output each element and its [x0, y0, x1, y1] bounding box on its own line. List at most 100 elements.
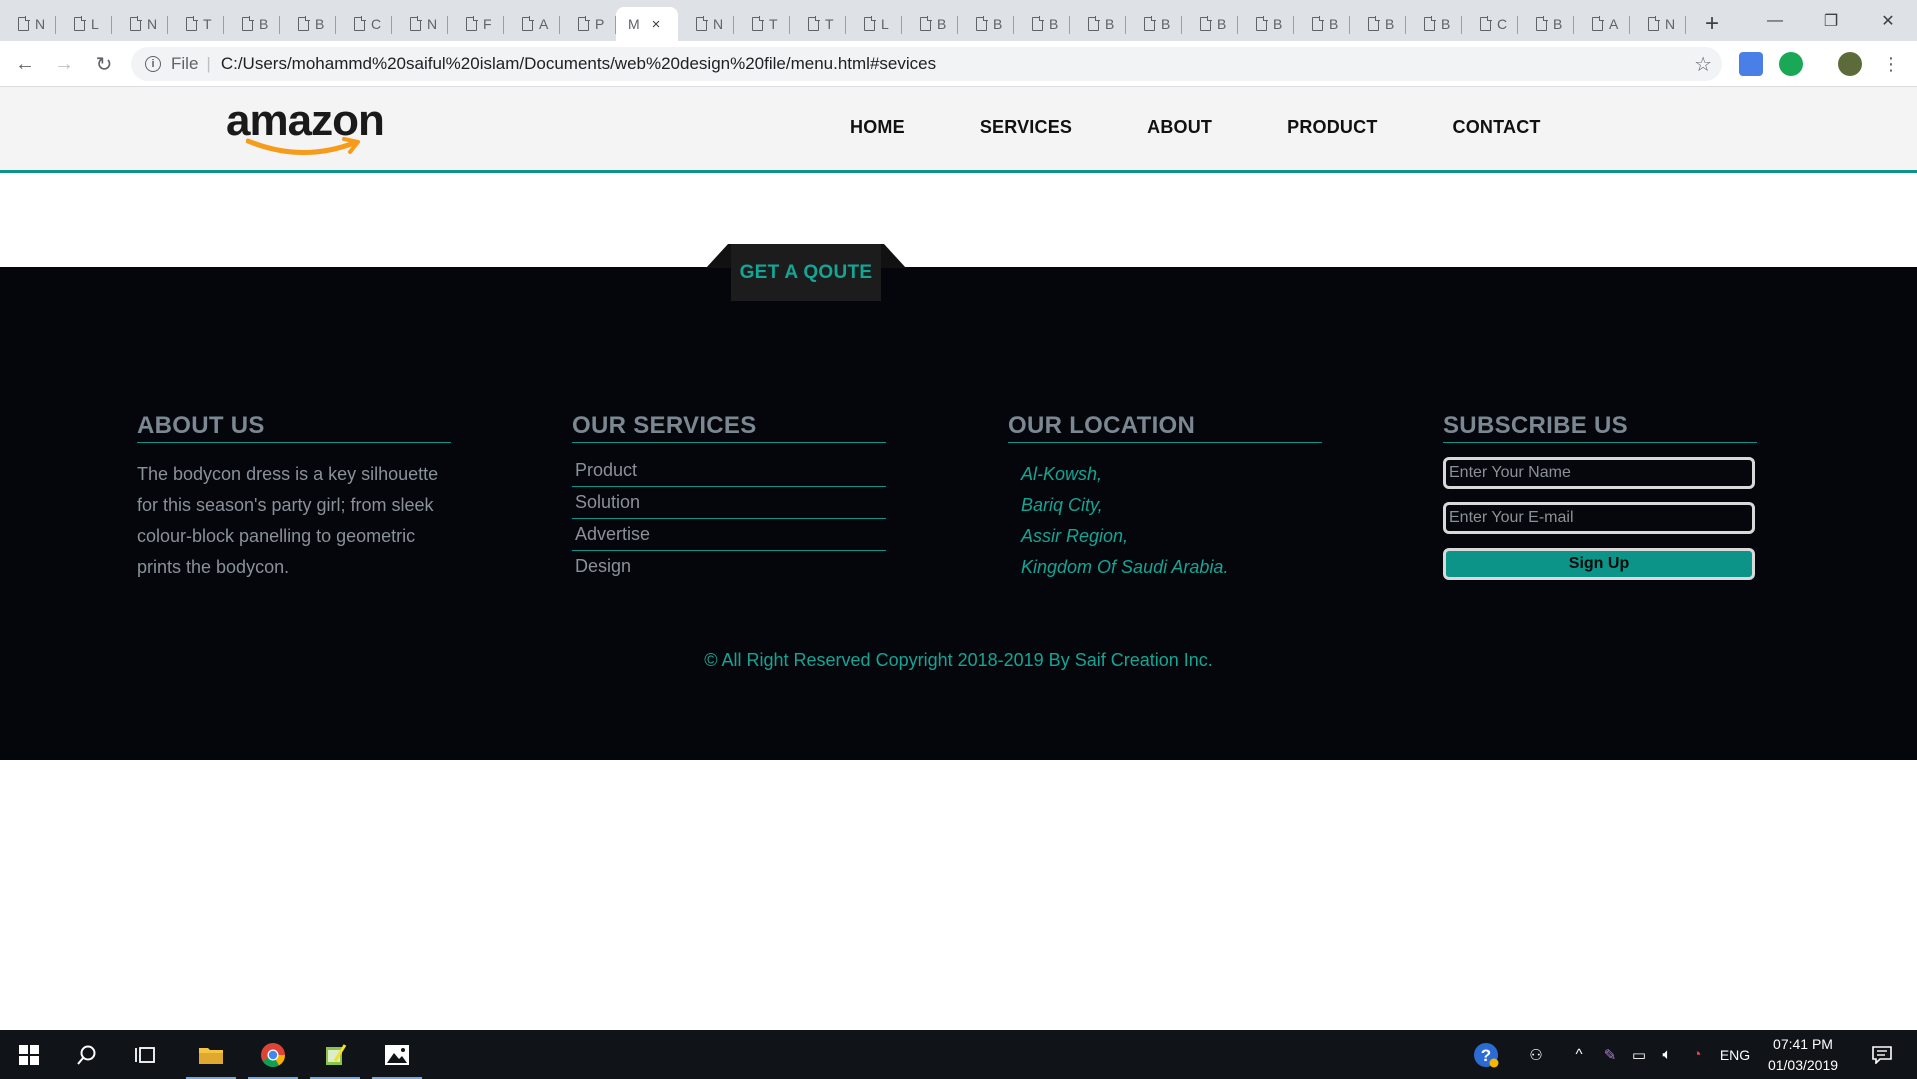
- tab-separator: [1685, 16, 1686, 34]
- page-icon: [522, 16, 534, 31]
- browser-tab[interactable]: B: [1070, 7, 1126, 41]
- browser-tab[interactable]: B: [224, 7, 280, 41]
- browser-tab[interactable]: B: [1014, 7, 1070, 41]
- browser-tab[interactable]: L: [56, 7, 112, 41]
- language-indicator[interactable]: ENG: [1716, 1030, 1754, 1079]
- about-text: The bodycon dress is a key silhouette fo…: [137, 464, 439, 577]
- browser-tab[interactable]: N: [0, 7, 56, 41]
- browser-tab[interactable]: B: [1406, 7, 1462, 41]
- network-icon[interactable]: ◔: [1684, 1030, 1710, 1079]
- name-field[interactable]: [1443, 457, 1755, 489]
- grammarly-icon[interactable]: [1779, 52, 1803, 76]
- browser-tab[interactable]: L: [846, 7, 902, 41]
- page-icon: [242, 16, 254, 31]
- browser-tab[interactable]: A: [1574, 7, 1630, 41]
- profile-avatar-icon[interactable]: [1838, 52, 1862, 76]
- browser-tab[interactable]: B: [902, 7, 958, 41]
- tab-title: L: [91, 16, 99, 32]
- close-window-button[interactable]: ✕: [1860, 0, 1916, 41]
- browser-tab[interactable]: B: [1518, 7, 1574, 41]
- chrome-icon[interactable]: [244, 1030, 302, 1079]
- page-icon: [1368, 16, 1380, 31]
- browser-tab[interactable]: C: [336, 7, 392, 41]
- service-item-design[interactable]: Design: [572, 551, 886, 582]
- browser-tab[interactable]: N: [112, 7, 168, 41]
- browser-tab[interactable]: B: [1294, 7, 1350, 41]
- browser-tab[interactable]: T: [790, 7, 846, 41]
- people-icon[interactable]: ⚇: [1520, 1030, 1552, 1079]
- tab-title: B: [1161, 16, 1171, 32]
- browser-tab[interactable]: B: [958, 7, 1014, 41]
- minimize-button[interactable]: —: [1747, 0, 1803, 41]
- page-icon: [354, 16, 366, 31]
- info-icon[interactable]: i: [145, 56, 161, 72]
- windows-start-icon[interactable]: [0, 1030, 58, 1079]
- tab-title: B: [1105, 16, 1115, 32]
- file-explorer-icon[interactable]: [182, 1030, 240, 1079]
- browser-tab[interactable]: N: [1630, 7, 1686, 41]
- page-icon: [1200, 16, 1212, 31]
- tab-title: F: [483, 16, 492, 32]
- nav-home[interactable]: HOME: [850, 117, 905, 138]
- email-field[interactable]: [1443, 502, 1755, 534]
- browser-tab[interactable]: F: [448, 7, 504, 41]
- close-tab-icon[interactable]: ×: [652, 16, 661, 33]
- new-tab-button[interactable]: +: [1692, 7, 1732, 41]
- notifications-icon[interactable]: [1862, 1030, 1902, 1079]
- browser-tab[interactable]: B: [280, 7, 336, 41]
- nav-about[interactable]: ABOUT: [1147, 117, 1212, 138]
- system-clock[interactable]: 07:41 PM 01/03/2019: [1758, 1034, 1848, 1076]
- browser-tab[interactable]: T: [734, 7, 790, 41]
- notepad-icon[interactable]: [306, 1030, 364, 1079]
- browser-tab[interactable]: B: [1238, 7, 1294, 41]
- browser-tab[interactable]: B: [1182, 7, 1238, 41]
- chevron-up-icon[interactable]: ^: [1566, 1030, 1592, 1079]
- pen-icon[interactable]: ✎: [1596, 1030, 1624, 1079]
- nav-services[interactable]: SERVICES: [980, 117, 1072, 138]
- browser-tab[interactable]: B: [1350, 7, 1406, 41]
- service-item-product[interactable]: Product: [572, 455, 886, 487]
- kebab-menu-icon[interactable]: ⋮: [1876, 49, 1906, 79]
- restore-button[interactable]: ❐: [1803, 0, 1859, 41]
- page-icon: [1088, 16, 1100, 31]
- reload-icon[interactable]: ↻: [89, 49, 119, 79]
- page-icon: [18, 16, 30, 31]
- browser-tab[interactable]: B: [1126, 7, 1182, 41]
- browser-tab[interactable]: P: [560, 7, 616, 41]
- browser-tab[interactable]: T: [168, 7, 224, 41]
- service-item-advertise[interactable]: Advertise: [572, 519, 886, 551]
- services-column: OUR SERVICES Product Solution Advertise …: [572, 412, 886, 582]
- tab-strip: N L N T B B C N F A P M × N T T L B B B B B B B B B B C B A N +: [0, 0, 1917, 41]
- star-icon[interactable]: ☆: [1694, 52, 1712, 77]
- copyright-label: © All Right Reserved Copyright 2018-2019…: [704, 650, 1213, 670]
- volume-icon[interactable]: 🔈︎: [1654, 1030, 1680, 1079]
- browser-tab[interactable]: C: [1462, 7, 1518, 41]
- browser-tab[interactable]: N: [678, 7, 734, 41]
- forward-arrow-icon[interactable]: →: [49, 49, 79, 79]
- get-quote-button[interactable]: GET A QOUTE: [731, 244, 881, 301]
- task-view-icon[interactable]: [117, 1030, 175, 1079]
- address-bar[interactable]: i File | C:/Users/mohammd%20saiful%20isl…: [131, 47, 1722, 81]
- sign-up-button[interactable]: Sign Up: [1443, 548, 1755, 580]
- search-icon[interactable]: [58, 1030, 116, 1079]
- back-arrow-icon[interactable]: ←: [10, 49, 40, 79]
- help-icon[interactable]: ?: [1468, 1030, 1504, 1079]
- browser-tab[interactable]: A: [504, 7, 560, 41]
- browser-tab-active[interactable]: M ×: [616, 7, 678, 41]
- subscribe-heading: SUBSCRIBE US: [1443, 412, 1757, 443]
- nav-contact[interactable]: CONTACT: [1453, 117, 1541, 138]
- browser-tab[interactable]: N: [392, 7, 448, 41]
- nav-product[interactable]: PRODUCT: [1287, 117, 1377, 138]
- url-text[interactable]: C:/Users/mohammd%20saiful%20islam/Docume…: [221, 54, 936, 74]
- tab-title: P: [595, 16, 605, 32]
- battery-icon[interactable]: ▭: [1626, 1030, 1652, 1079]
- service-item-solution[interactable]: Solution: [572, 487, 886, 519]
- tab-title: M: [628, 16, 640, 32]
- page-icon: [298, 16, 310, 31]
- page-icon: [696, 16, 708, 31]
- amazon-logo[interactable]: amazon: [226, 99, 391, 156]
- photos-icon[interactable]: [368, 1030, 426, 1079]
- tab-title: B: [1273, 16, 1283, 32]
- page-icon: [1032, 16, 1044, 31]
- translate-icon[interactable]: [1739, 52, 1763, 76]
